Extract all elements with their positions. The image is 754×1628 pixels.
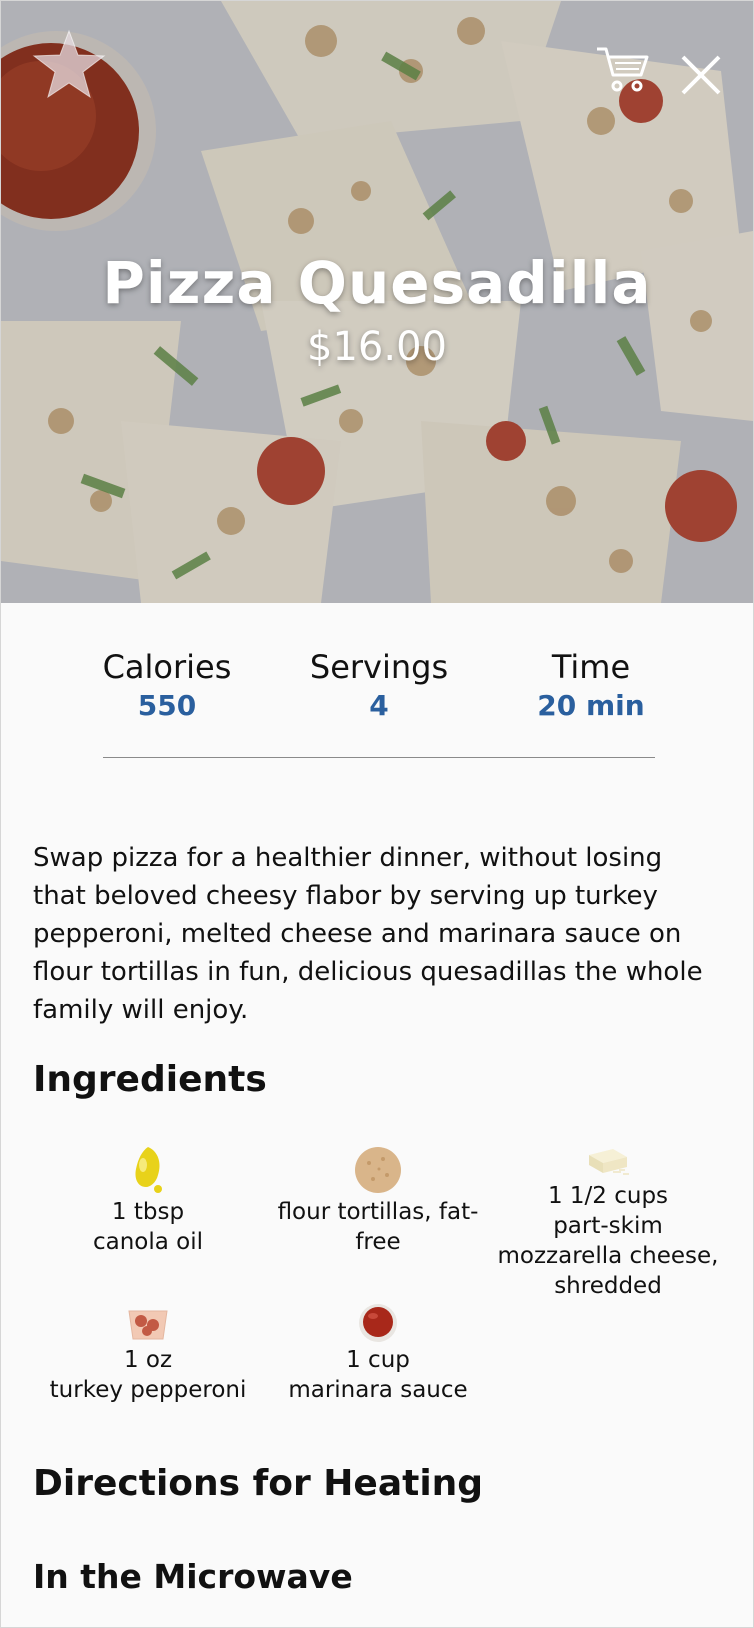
cart-button[interactable]	[595, 45, 651, 95]
recipe-detail-screen: Pizza Quesadilla $16.00 Calories 550 Ser…	[0, 0, 754, 1628]
cheese-icon	[589, 1149, 629, 1175]
recipe-description: Swap pizza for a healthier dinner, witho…	[33, 843, 703, 1025]
ingredient-item: 1 tbsp canola oil	[33, 1145, 263, 1257]
ingredient-qty: 1 tbsp	[111, 1199, 185, 1225]
ingredient-name: turkey pepperoni	[49, 1377, 247, 1403]
ingredient-name: canola oil	[92, 1229, 204, 1255]
ingredient-name: marinara sauce	[288, 1377, 468, 1403]
sauce-icon	[359, 1304, 397, 1342]
stat-servings: Servings 4	[273, 647, 485, 727]
directions-heading: Directions for Heating	[33, 1463, 484, 1504]
favorite-button[interactable]	[31, 29, 107, 99]
stat-label: Calories	[102, 648, 232, 686]
microwave-heading: In the Microwave	[33, 1557, 353, 1596]
close-icon	[681, 55, 721, 95]
hero-image: Pizza Quesadilla $16.00	[1, 1, 753, 603]
ingredient-qty: 1 1/2 cups	[547, 1183, 669, 1209]
stats-divider	[103, 757, 655, 758]
stat-value: 4	[369, 689, 389, 722]
oil-icon	[135, 1147, 162, 1193]
ingredient-item: 1 1/2 cups part-skim mozzarella cheese, …	[493, 1145, 723, 1301]
ingredient-item: flour tortillas, fat-free	[263, 1145, 493, 1257]
recipe-price: $16.00	[307, 324, 447, 370]
ingredient-item: 1 oz turkey pepperoni	[33, 1303, 263, 1405]
pepperoni-icon	[128, 1310, 168, 1340]
ingredient-qty: 1 cup	[346, 1347, 410, 1373]
recipe-title: Pizza Quesadilla	[102, 249, 652, 317]
stat-time: Time 20 min	[485, 647, 697, 727]
stat-label: Servings	[309, 648, 449, 686]
cart-icon	[597, 47, 649, 92]
ingredient-name: part-skim mozzarella cheese, shredded	[497, 1213, 719, 1299]
stat-label: Time	[551, 648, 631, 686]
tortilla-icon	[355, 1147, 401, 1193]
stat-value: 20 min	[537, 689, 645, 722]
ingredient-name: flour tortillas, fat-free	[277, 1199, 479, 1255]
close-button[interactable]	[679, 53, 723, 97]
stat-value: 550	[137, 689, 197, 722]
stat-calories: Calories 550	[61, 647, 273, 727]
nutrition-stats: Calories 550 Servings 4 Time 20 min	[61, 647, 697, 727]
star-icon	[32, 29, 106, 99]
ingredients-heading: Ingredients	[33, 1059, 267, 1100]
ingredient-item: 1 cup marinara sauce	[263, 1303, 493, 1405]
ingredient-qty: 1 oz	[123, 1347, 173, 1373]
